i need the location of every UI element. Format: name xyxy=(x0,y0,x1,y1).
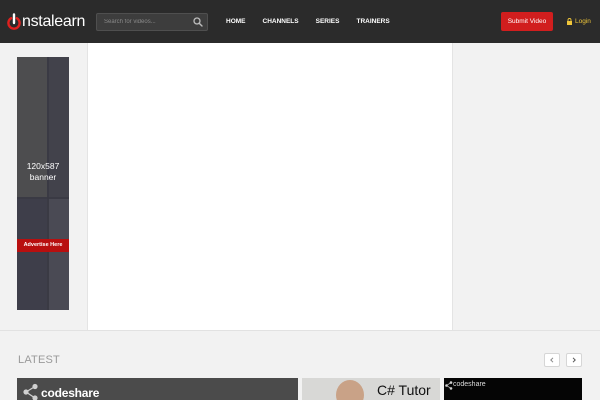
thumbnail-title: C# Tutor xyxy=(377,382,431,398)
nav-home[interactable]: HOME xyxy=(226,18,246,26)
carousel-prev-button[interactable] xyxy=(544,353,560,367)
banner-background xyxy=(17,57,69,310)
chevron-left-icon xyxy=(550,357,554,363)
banner-label: banner xyxy=(29,172,57,182)
video-thumbnail[interactable]: C# Tutor xyxy=(302,378,440,400)
carousel-next-button[interactable] xyxy=(566,353,582,367)
thumbnail-brand: codeshare xyxy=(41,386,100,400)
search-box xyxy=(96,13,208,31)
chevron-right-icon xyxy=(572,357,576,363)
latest-heading: LATEST xyxy=(18,354,60,366)
main-nav: HOME CHANNELS SERIES TRAINERS xyxy=(226,18,390,26)
video-thumbnail[interactable]: codeshare xyxy=(444,378,582,400)
search-icon[interactable] xyxy=(193,17,203,27)
share-icon xyxy=(445,381,453,390)
section-divider xyxy=(0,330,600,331)
video-thumbnail[interactable]: codeshare xyxy=(17,378,298,400)
main-content-area xyxy=(87,43,453,330)
logo-text: nstalearn xyxy=(22,13,86,30)
power-icon xyxy=(7,13,21,30)
nav-channels[interactable]: CHANNELS xyxy=(263,18,299,26)
presenter-face xyxy=(336,380,364,400)
nav-trainers[interactable]: TRAINERS xyxy=(356,18,389,26)
login-label: Login xyxy=(575,18,591,25)
submit-video-button[interactable]: Submit Video xyxy=(501,12,553,31)
advertise-here-button[interactable]: Advertise Here xyxy=(17,239,69,252)
nav-series[interactable]: SERIES xyxy=(316,18,340,26)
top-header: nstalearn HOME CHANNELS SERIES TRAINERS … xyxy=(0,0,600,43)
search-input[interactable] xyxy=(97,14,189,30)
lock-icon xyxy=(567,18,572,25)
banner-size-label: 120x587 xyxy=(26,161,60,171)
share-icon xyxy=(23,383,38,400)
login-link[interactable]: Login xyxy=(566,17,591,26)
site-logo[interactable]: nstalearn xyxy=(7,12,85,32)
ad-banner[interactable]: 120x587 banner Advertise Here xyxy=(17,57,69,310)
thumbnail-brand: codeshare xyxy=(453,381,486,388)
